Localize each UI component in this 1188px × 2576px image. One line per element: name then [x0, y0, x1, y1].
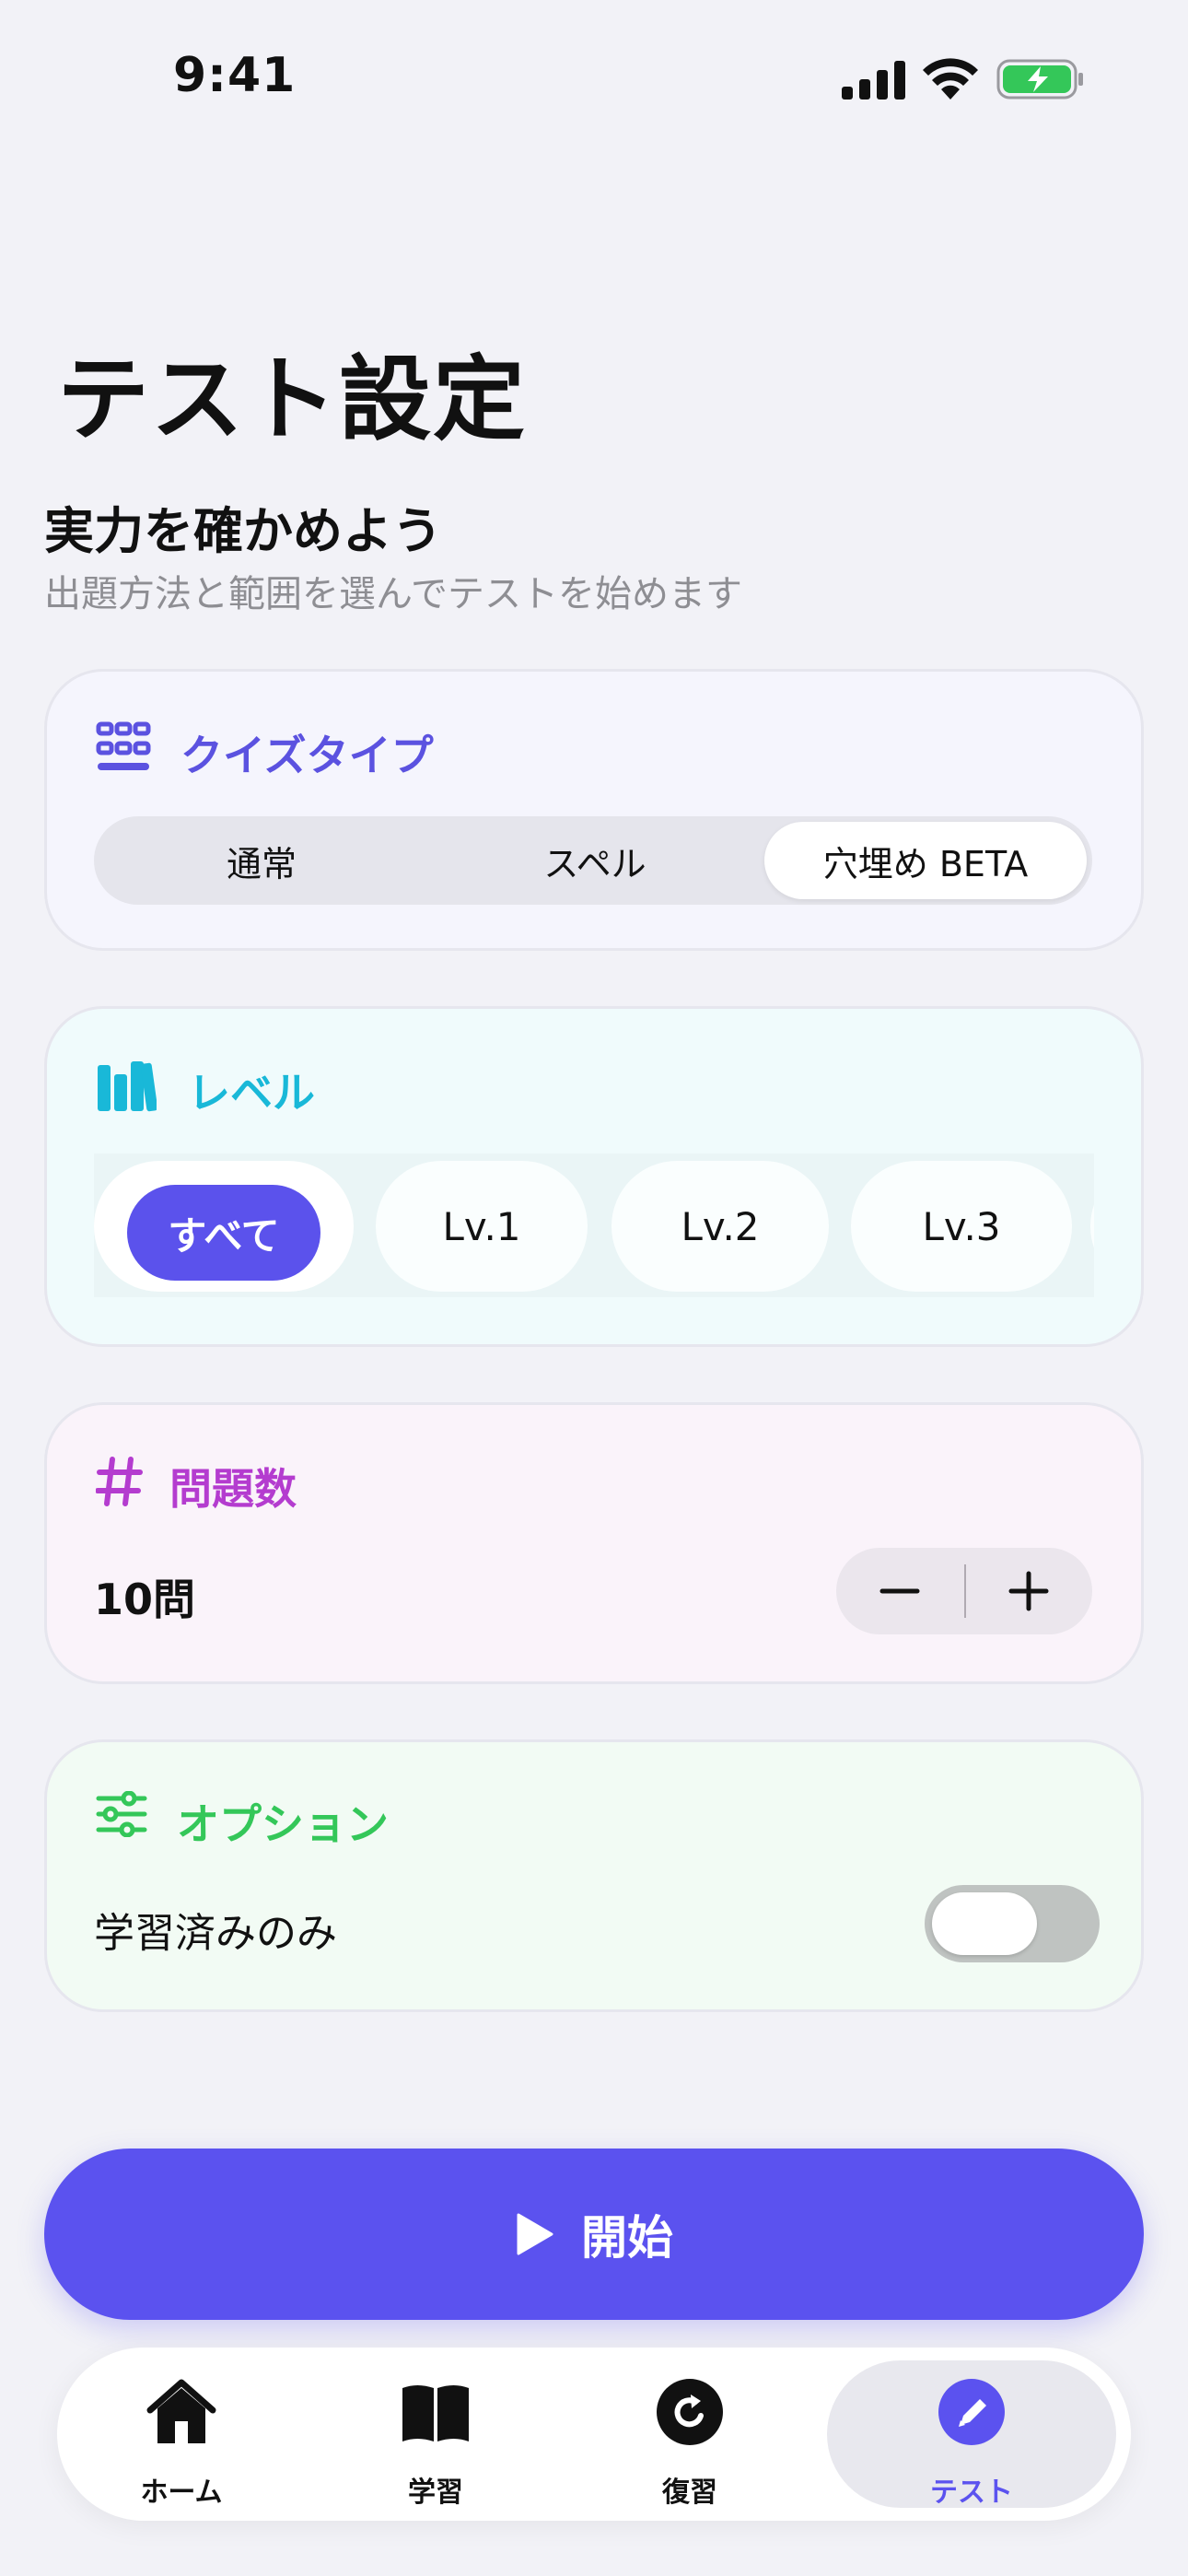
cellular-signal-icon: [842, 61, 905, 100]
learned-only-toggle[interactable]: [925, 1885, 1100, 1962]
level-chip-next[interactable]: [1090, 1161, 1094, 1292]
quiz-type-card: [44, 669, 1144, 951]
tab-review[interactable]: 復習: [565, 2348, 814, 2521]
books-icon: [98, 1061, 157, 1112]
refresh-icon: [657, 2379, 723, 2445]
options-card: [44, 1739, 1144, 2012]
tab-study[interactable]: 学習: [311, 2348, 560, 2521]
hash-icon: [96, 1457, 143, 1506]
level-chip-all-label: すべて: [127, 1185, 320, 1281]
tab-test[interactable]: テスト: [847, 2348, 1096, 2521]
level-title: レベル: [188, 1068, 315, 1118]
quiz-type-option-normal[interactable]: 通常: [94, 816, 429, 905]
house-icon: [146, 2379, 216, 2443]
toggle-knob: [932, 1892, 1037, 1955]
start-button[interactable]: 開始: [44, 2149, 1144, 2320]
tab-study-label: 学習: [408, 2476, 463, 2509]
question-count-title: 問題数: [169, 1464, 297, 1514]
question-count-stepper: [836, 1548, 1092, 1634]
level-chip-lv1[interactable]: Lv.1: [376, 1161, 588, 1292]
status-time: 9:41: [173, 48, 297, 103]
quiz-type-option-fill-blank[interactable]: 穴埋め BETA: [764, 822, 1087, 899]
pencil-icon: [938, 2379, 1005, 2445]
quiz-type-segmented-control: 通常 スペル 穴埋め BETA: [94, 816, 1092, 905]
page-title: テスト設定: [57, 345, 527, 453]
quiz-type-title: クイズタイプ: [181, 731, 434, 780]
level-chip-lv3[interactable]: Lv.3: [851, 1161, 1072, 1292]
play-icon: [517, 2213, 553, 2255]
page-subtitle: 実力を確かめよう: [44, 502, 442, 560]
tab-review-label: 復習: [662, 2476, 717, 2509]
tab-bar: ホーム 学習 復習 テスト: [57, 2348, 1131, 2521]
start-button-label: 開始: [581, 2211, 673, 2265]
book-icon: [402, 2385, 469, 2441]
learned-only-label: 学習済みのみ: [94, 1910, 337, 1957]
tab-test-label: テスト: [930, 2476, 1013, 2509]
question-count-value: 10問: [94, 1575, 196, 1624]
stepper-divider: [964, 1564, 966, 1618]
level-chip-all[interactable]: すべて: [94, 1161, 354, 1292]
options-title: オプション: [177, 1799, 389, 1849]
tab-home[interactable]: ホーム: [57, 2348, 306, 2521]
sliders-icon: [96, 1791, 147, 1837]
page-description: 出題方法と範囲を選んでテストを始めます: [44, 573, 742, 615]
tab-home-label: ホーム: [140, 2476, 223, 2509]
increment-button[interactable]: [1006, 1570, 1052, 1612]
level-chip-lv2[interactable]: Lv.2: [611, 1161, 829, 1292]
wifi-icon: [923, 58, 978, 100]
level-chip-scroller[interactable]: すべて Lv.1 Lv.2 Lv.3: [94, 1153, 1094, 1297]
question-count-card: [44, 1402, 1144, 1684]
quiz-type-option-spell[interactable]: スペル: [429, 816, 761, 905]
battery-charging-icon: [996, 59, 1083, 100]
grid-icon: [96, 721, 151, 770]
decrement-button[interactable]: [877, 1570, 923, 1612]
